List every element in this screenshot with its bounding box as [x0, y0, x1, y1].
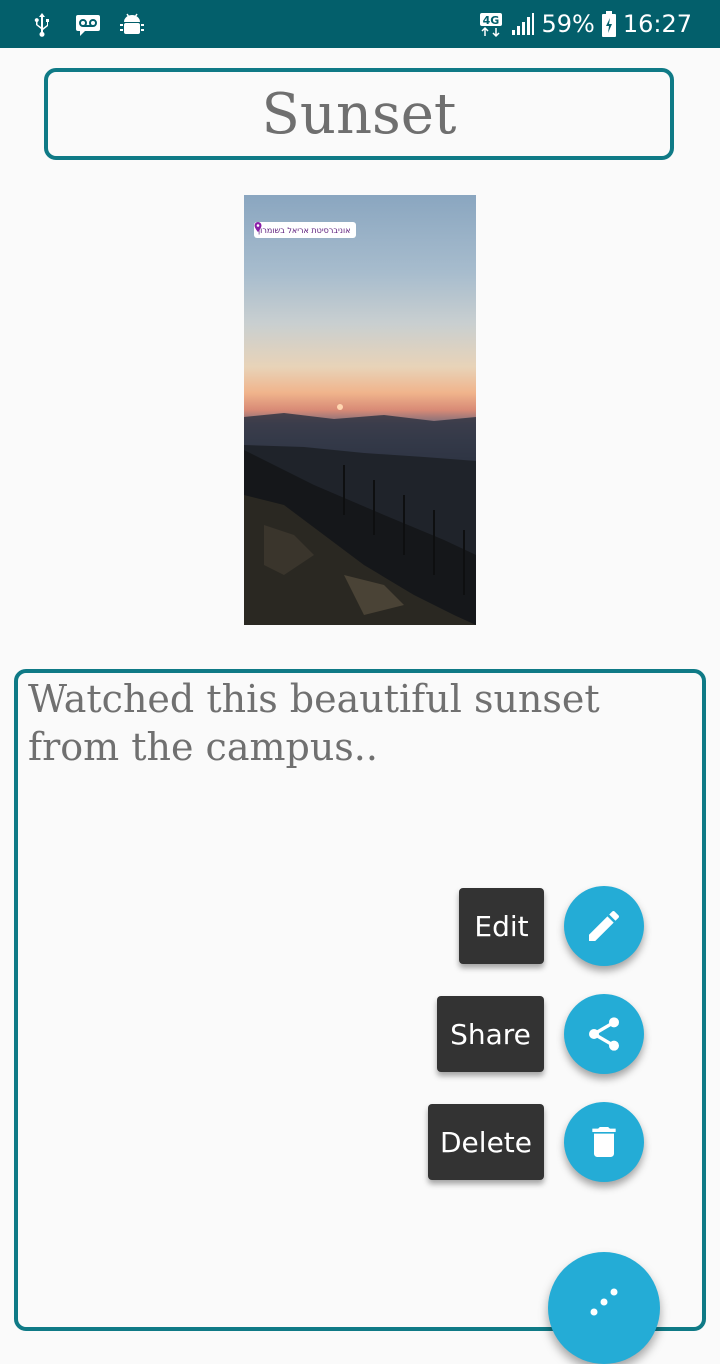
usb-icon [34, 13, 49, 37]
edit-button[interactable] [564, 886, 644, 966]
voicemail-icon [76, 15, 100, 36]
status-bar: 4G 59% 16:27 [0, 0, 720, 48]
share-label-text: Share [450, 1017, 531, 1051]
photo-scenery [244, 404, 476, 625]
share-label[interactable]: Share [437, 996, 544, 1072]
network-4g-icon: 4G [480, 13, 503, 38]
delete-button[interactable] [564, 1102, 644, 1182]
location-sticker-text: אוניברסיטת אריאל בשומרון [258, 225, 351, 235]
note-title: Sunset [261, 81, 457, 147]
delete-label-text: Delete [440, 1125, 532, 1159]
share-icon [589, 1017, 619, 1051]
delete-label[interactable]: Delete [428, 1104, 544, 1180]
note-photo[interactable]: אוניברסיטת אריאל בשומרון [244, 195, 476, 625]
battery-percent: 59% [541, 10, 595, 38]
location-pin-icon [254, 222, 262, 232]
edit-label[interactable]: Edit [459, 888, 544, 964]
pencil-icon [589, 910, 620, 941]
edit-label-text: Edit [474, 909, 529, 943]
clock: 16:27 [622, 10, 692, 38]
battery-charging-icon [601, 11, 616, 37]
android-debug-icon [120, 13, 144, 34]
location-sticker: אוניברסיטת אריאל בשומרון [254, 222, 356, 238]
more-dots-icon [590, 1288, 618, 1316]
share-button[interactable] [564, 994, 644, 1074]
note-description: Watched this beautiful sunset from the c… [28, 677, 600, 769]
speed-dial-main-button[interactable] [548, 1252, 660, 1364]
signal-icon [512, 13, 535, 35]
network-label: 4G [483, 14, 500, 27]
note-title-box: Sunset [44, 68, 674, 160]
trash-icon [592, 1127, 616, 1157]
status-right: 4G 59% 16:27 [479, 0, 692, 48]
